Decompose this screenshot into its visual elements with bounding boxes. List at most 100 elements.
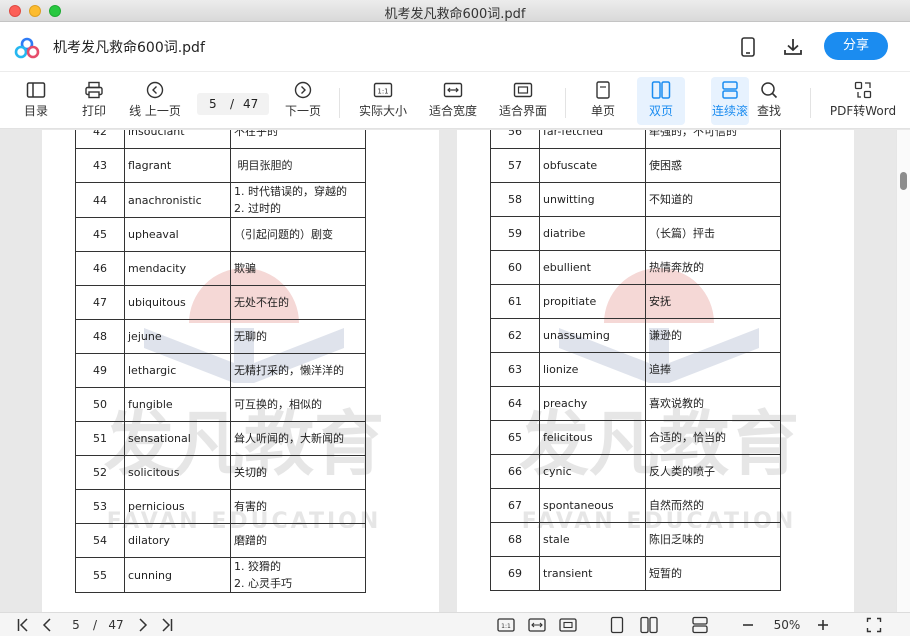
vocab-meaning: （引起问题的）剧变 — [230, 217, 366, 252]
vocab-row: 59 diatribe （长篇）抨击 — [490, 216, 781, 251]
vocab-meaning: 无处不在的 — [230, 285, 366, 320]
vocab-word: propitiate — [539, 284, 646, 319]
vocab-word: obfuscate — [539, 148, 646, 183]
print-button[interactable]: 打印 — [75, 77, 113, 125]
vocab-word: insouciant — [124, 130, 231, 149]
page-separator: / — [230, 97, 235, 111]
meaning-line: 无处不在的 — [234, 296, 289, 309]
first-page-button[interactable] — [16, 616, 32, 634]
meaning-line: 欺骗 — [234, 262, 256, 275]
status-page-total: 47 — [108, 618, 124, 632]
status-page-current[interactable]: 5 — [66, 616, 86, 634]
meaning-line: 无精打采的，懒洋洋的 — [234, 364, 344, 377]
pdf-page-left: 发凡教育 FAVAN EDUCATION 42 insouciant 不在乎的 43 f… — [42, 130, 439, 612]
document-viewer[interactable]: 发凡教育 FAVAN EDUCATION 42 insouciant 不在乎的 43 f… — [0, 130, 896, 612]
svg-text:1:1: 1:1 — [377, 88, 388, 96]
fit-width-icon — [528, 618, 546, 632]
vocab-meaning: 谦逊的 — [645, 318, 781, 353]
chevron-left-icon — [42, 618, 51, 632]
zoom-in-button[interactable] — [816, 616, 832, 634]
vocab-meaning: 安抚 — [645, 284, 781, 319]
vocab-number: 63 — [490, 352, 540, 387]
next-page-status-button[interactable] — [137, 616, 151, 634]
vocab-number: 47 — [75, 285, 125, 320]
single-page-button[interactable]: 单页 — [584, 77, 622, 125]
vocab-meaning: 追捧 — [645, 352, 781, 387]
vocab-meaning: 1. 时代错误的，穿越的 2. 过时的 — [230, 182, 366, 218]
fit-width-icon — [443, 82, 463, 98]
pdf-to-word-label: PDF转Word — [829, 104, 897, 118]
zoom-out-button[interactable] — [741, 616, 757, 634]
status-page-separator: / — [92, 618, 98, 632]
fit-page-icon — [559, 618, 577, 632]
vocab-number: 42 — [75, 130, 125, 149]
prev-page-button[interactable]: 线 上一页 — [125, 77, 185, 125]
vocab-word: diatribe — [539, 216, 646, 251]
vocab-meaning: 热情奔放的 — [645, 250, 781, 285]
next-page-button[interactable]: 下一页 — [282, 77, 324, 125]
vocab-number: 67 — [490, 488, 540, 523]
zoom-level[interactable]: 50% — [768, 616, 806, 634]
double-page-label: 双页 — [648, 104, 673, 118]
vocab-word: felicitous — [539, 420, 646, 455]
fullscreen-icon — [866, 617, 882, 633]
vocab-word: jejune — [124, 319, 231, 354]
pdf-to-word-button[interactable]: PDF转Word — [829, 77, 897, 125]
last-page-button[interactable] — [160, 616, 176, 634]
vocab-number: 65 — [490, 420, 540, 455]
continuous-scroll-button[interactable]: 连续滚 — [711, 77, 749, 125]
double-page-button[interactable]: 双页 — [637, 77, 685, 125]
vocab-word: lethargic — [124, 353, 231, 388]
meaning-line: 耸人听闻的，大新闻的 — [234, 432, 344, 445]
meaning-line: 有害的 — [234, 500, 267, 513]
vocab-number: 60 — [490, 250, 540, 285]
vocab-number: 51 — [75, 421, 125, 456]
vertical-scrollbar[interactable] — [896, 130, 910, 612]
prev-cut-label: 线 — [129, 104, 142, 118]
meaning-line: 短暂的 — [649, 567, 682, 580]
fit-page-button[interactable]: 适合界面 — [496, 77, 550, 125]
find-label: 查找 — [756, 104, 781, 118]
status-continuous-button[interactable] — [691, 616, 709, 634]
meaning-line: 使困惑 — [649, 159, 682, 172]
actual-size-label: 实际大小 — [358, 104, 407, 118]
double-page-icon — [651, 81, 671, 99]
single-page-label: 单页 — [590, 104, 615, 118]
actual-size-button[interactable]: 1:1 实际大小 — [357, 77, 409, 125]
status-fit-width-button[interactable] — [528, 616, 546, 634]
meaning-line: 1. 时代错误的，穿越的 — [234, 185, 347, 198]
status-single-page-button[interactable] — [610, 616, 626, 634]
meaning-line: 2. 心灵手巧 — [234, 577, 292, 590]
status-actual-size-button[interactable]: 1:1 — [497, 616, 515, 634]
actual-size-icon: 1:1 — [497, 618, 515, 632]
status-fit-page-button[interactable] — [559, 616, 577, 634]
toc-icon — [26, 82, 46, 98]
toc-button[interactable]: 目录 — [17, 77, 55, 125]
vocab-row: 60 ebullient 热情奔放的 — [490, 250, 781, 285]
minus-icon — [743, 624, 753, 626]
toolbar-divider — [565, 88, 566, 118]
vocab-row: 44 anachronistic 1. 时代错误的，穿越的 2. 过时的 — [75, 182, 366, 218]
find-button[interactable]: 查找 — [750, 77, 788, 125]
print-label: 打印 — [81, 104, 106, 118]
vocab-word: flagrant — [124, 148, 231, 183]
vocab-word: stale — [539, 522, 646, 557]
prev-page-status-button[interactable] — [41, 616, 55, 634]
vocab-row: 58 unwitting 不知道的 — [490, 182, 781, 217]
vocab-row: 67 spontaneous 自然而然的 — [490, 488, 781, 523]
status-double-page-button[interactable] — [640, 616, 658, 634]
fit-width-button[interactable]: 适合宽度 — [426, 77, 480, 125]
meaning-line: 可互换的，相似的 — [234, 398, 322, 411]
vocab-row: 47 ubiquitous 无处不在的 — [75, 285, 366, 320]
vocab-number: 49 — [75, 353, 125, 388]
phone-icon[interactable] — [740, 37, 756, 57]
scrollbar-thumb[interactable] — [900, 172, 907, 190]
share-button[interactable]: 分享 — [824, 32, 888, 60]
download-icon[interactable] — [782, 36, 804, 58]
vocab-number: 56 — [490, 130, 540, 149]
vocab-meaning: 牵强的，不可信的 — [645, 130, 781, 149]
pdf-page-right: 发凡教育 FAVAN EDUCATION 56 far-fetched 牵强的，不可… — [457, 130, 854, 612]
page-number-input[interactable]: 5 / 47 — [197, 93, 269, 115]
vocab-meaning: 1. 狡猾的 2. 心灵手巧 — [230, 557, 366, 593]
fullscreen-button[interactable] — [866, 616, 882, 634]
